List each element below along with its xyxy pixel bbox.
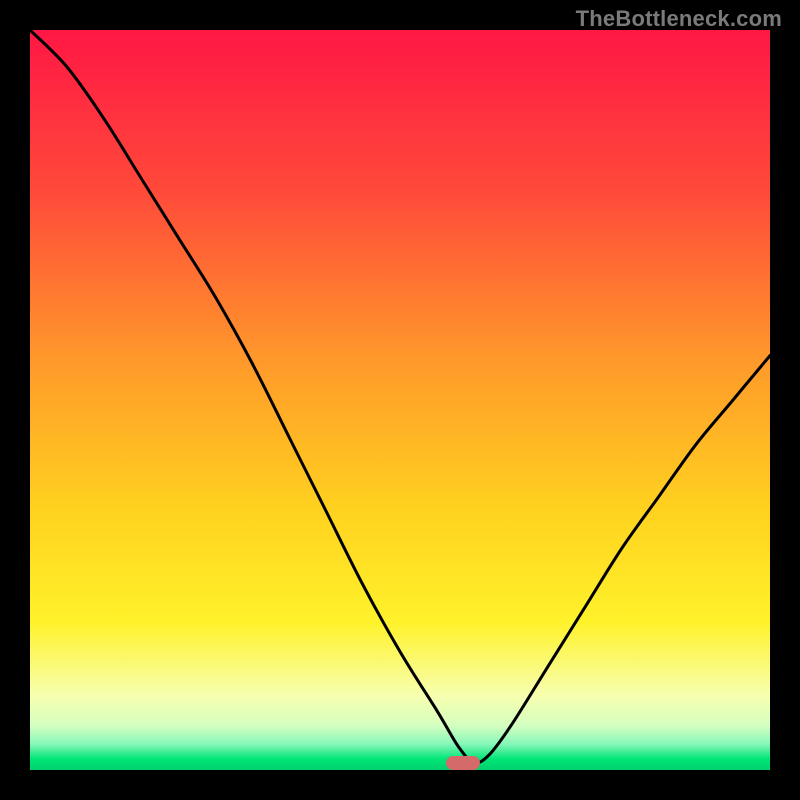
plot-area [30, 30, 770, 770]
bottleneck-curve [30, 30, 770, 770]
watermark-text: TheBottleneck.com [576, 6, 782, 32]
optimal-marker [446, 756, 480, 770]
chart-frame: TheBottleneck.com [0, 0, 800, 800]
